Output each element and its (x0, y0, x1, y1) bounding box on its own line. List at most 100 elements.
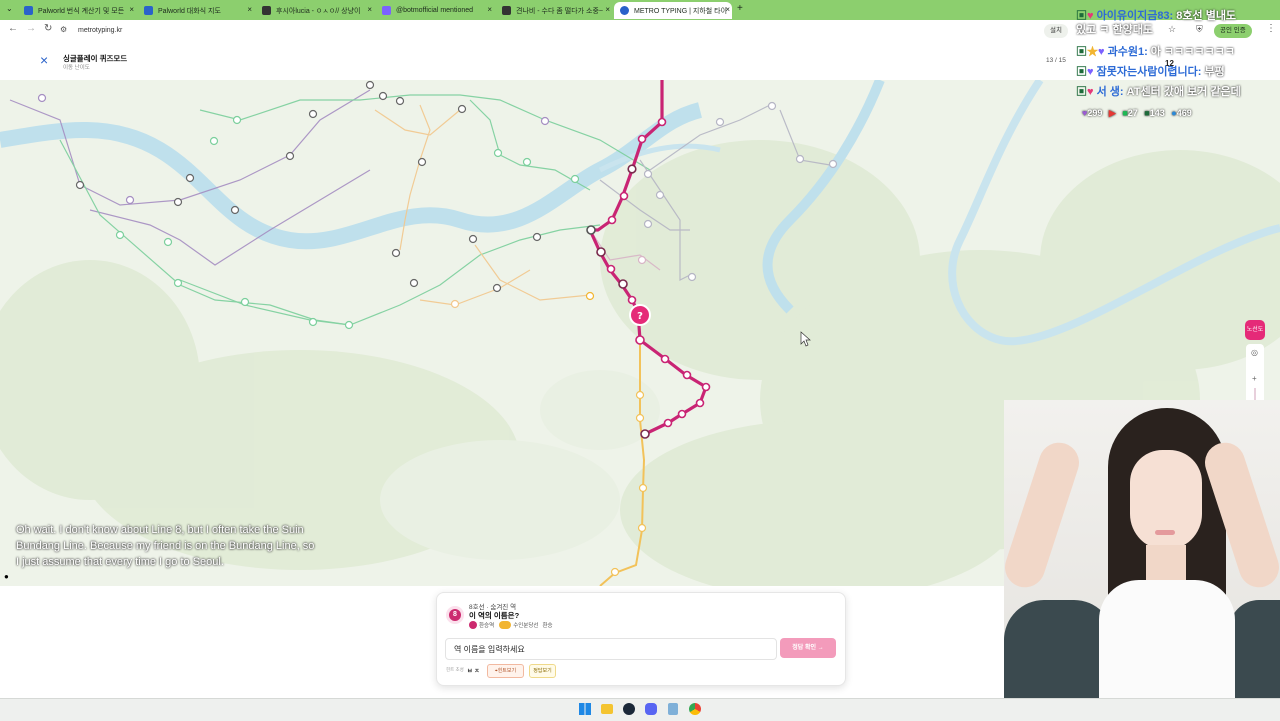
forward-icon[interactable]: → (26, 23, 36, 34)
line-8-chip-icon (469, 621, 477, 629)
tab-list-chevron-icon[interactable]: ⌄ (6, 4, 13, 13)
platform-icon: ▣ (1076, 86, 1087, 98)
zoom-in-icon[interactable]: + (1252, 374, 1257, 383)
close-icon[interactable]: × (129, 6, 134, 14)
close-quiz-button[interactable]: × (40, 52, 48, 68)
streamer-neck (1146, 545, 1186, 585)
chat-user: 서 생: (1096, 86, 1124, 98)
question-marker-label: ? (637, 311, 643, 322)
notepad-icon[interactable] (668, 703, 678, 715)
site-info-icon[interactable]: ⚙ (60, 25, 67, 34)
tab-palworld-map[interactable]: Palworld 대화식 지도 × (138, 2, 254, 19)
file-explorer-icon[interactable] (601, 704, 613, 714)
answer-input-placeholder: 역 이름을 입력하세요 (454, 645, 525, 654)
heart-icon: ♥ (1087, 86, 1094, 98)
discord-icon[interactable] (645, 703, 657, 715)
tab-label: Palworld 번식 계산기 및 모든 (38, 7, 125, 15)
chat-user: 아이유이지금83: (1096, 10, 1174, 22)
line-badge: 8 (446, 606, 464, 624)
heart-icon: ♥ (1087, 66, 1094, 78)
webcam-overlay (1004, 400, 1280, 720)
hint-caption: 힌트 초성 (446, 667, 464, 672)
install-button[interactable]: 설치 (1044, 24, 1068, 38)
youtube-icon: ▶ (1108, 108, 1116, 118)
tab-label: 견나비 - 수다 좀 떨다가 소중~ (516, 7, 603, 15)
steam-icon[interactable] (623, 703, 635, 715)
stat-value: 143 (1149, 108, 1165, 118)
chrome-icon[interactable] (689, 703, 701, 715)
answer-input[interactable]: 역 이름을 입력하세요 (445, 638, 777, 660)
favicon-icon (502, 6, 511, 15)
close-icon[interactable]: × (725, 6, 730, 14)
hint-button[interactable]: ⌖힌트보기 (487, 664, 524, 678)
reload-icon[interactable]: ↻ (44, 23, 52, 34)
chat-text: 8호선 별내도 (1176, 10, 1237, 22)
platform-icon: ▣ (1076, 10, 1087, 22)
bookmark-icon[interactable]: ☆ (1168, 24, 1176, 35)
tab-label: 후시아lucia - ㅇㅅㅇ// 상냥이 (276, 7, 361, 15)
favicon-icon (262, 6, 271, 15)
taskbar (0, 698, 1280, 721)
heart-icon: ♥ (1087, 10, 1094, 22)
stream-subtitles: Oh wait. I don't know about Line 8, but … (16, 524, 315, 568)
favicon-icon (382, 6, 391, 15)
transfer-label: 환승역 (479, 623, 495, 629)
streamer-lips (1155, 530, 1175, 535)
stat-value: 27 (1127, 108, 1138, 118)
tab-botmofficial[interactable]: @botmofficial mentioned × (376, 2, 494, 19)
close-icon[interactable]: × (247, 6, 252, 14)
favicon-icon (24, 6, 33, 15)
heart-icon: ♥ (1098, 46, 1105, 58)
platform-icon: ▣ (1076, 46, 1087, 58)
chat-text: AT센터 갔애 보거 같은데 (1126, 86, 1241, 98)
close-icon[interactable]: × (367, 6, 372, 14)
location-icon[interactable]: ◎ (1251, 348, 1258, 357)
address-bar[interactable]: metrotyping.kr (72, 23, 1058, 38)
stat-value: 469 (1176, 108, 1192, 118)
progress-text: 13 / 15 (1046, 57, 1066, 64)
chat-message: ▣♥ 잠못자는사람이렵니다: 부평 (1076, 66, 1225, 79)
transfer-info: 환승역 수인분당선 환승 (469, 621, 553, 629)
stat-value: 299 (1087, 108, 1103, 118)
tab-label: Palworld 대화식 지도 (158, 7, 221, 15)
extension-icon[interactable]: ⛨ (1196, 24, 1203, 35)
question-text: 이 역의 이름은? (469, 611, 520, 620)
close-icon[interactable]: × (487, 6, 492, 14)
hint-button-label: 힌트보기 (497, 668, 517, 674)
question-marker[interactable]: ? (629, 304, 651, 326)
tab-metro-typing[interactable]: METRO TYPING | 지하철 타이 × (614, 2, 732, 19)
hint-value: ㅂ ㅈ (467, 669, 480, 675)
back-icon[interactable]: ← (8, 23, 18, 34)
tab-palworld-breeding[interactable]: Palworld 번식 계산기 및 모든 × (18, 2, 136, 19)
chat-text: 부평 (1204, 66, 1225, 78)
platform-icon: ▣ (1076, 66, 1087, 78)
page-subtitle: 이동 난이도 (63, 65, 90, 71)
close-icon[interactable]: × (605, 6, 610, 14)
caption-icon: ● (4, 572, 9, 581)
chat-message: 있고 ㅋ 한양대도 (1076, 24, 1153, 37)
chat-user: 잠못자는사람이렵니다: (1096, 66, 1202, 78)
chat-user: 과수원1: (1107, 46, 1148, 58)
transfer-suffix: 환승 (542, 623, 553, 629)
chat-text: 아 ㅋㅋㅋㅋㅋㅋㅋ (1150, 46, 1235, 58)
suin-bundang-chip-icon (499, 621, 512, 629)
quiz-card: 8 8호선 · 숨겨진 역 이 역의 이름은? 환승역 수인분당선 환승 역 이… (436, 592, 846, 686)
chat-message: ▣♥ 아이유이지금83: 8호선 별내도 (1076, 10, 1236, 23)
star-icon: ★ (1087, 46, 1098, 58)
chat-message: ▣♥ 서 생: AT센터 갔애 보거 같은데 (1076, 86, 1241, 99)
tab-label: @botmofficial mentioned (396, 7, 474, 14)
favicon-icon (144, 6, 153, 15)
viewer-stats: ♥299 ▶ ■27 ■143 ●469 (1082, 108, 1192, 119)
new-tab-button[interactable]: + (737, 3, 743, 14)
streamer-face (1130, 450, 1202, 550)
tab-lucia[interactable]: 후시아lucia - ㅇㅅㅇ// 상냥이 × (256, 2, 374, 19)
profile-button[interactable]: 공인 인증 (1214, 24, 1252, 38)
favicon-icon (620, 6, 629, 15)
menu-icon[interactable]: ⋮ (1266, 23, 1276, 34)
submit-answer-button[interactable]: 정답 확인 → (780, 638, 836, 658)
route-map-toggle-button[interactable]: 노선도 (1245, 320, 1265, 340)
windows-start-icon[interactable] (579, 703, 591, 715)
tab-gyeonnabi[interactable]: 견나비 - 수다 좀 떨다가 소중~ × (496, 2, 612, 19)
line-number: 8 (449, 609, 461, 621)
show-answer-button[interactable]: 정답보기 (529, 664, 556, 678)
